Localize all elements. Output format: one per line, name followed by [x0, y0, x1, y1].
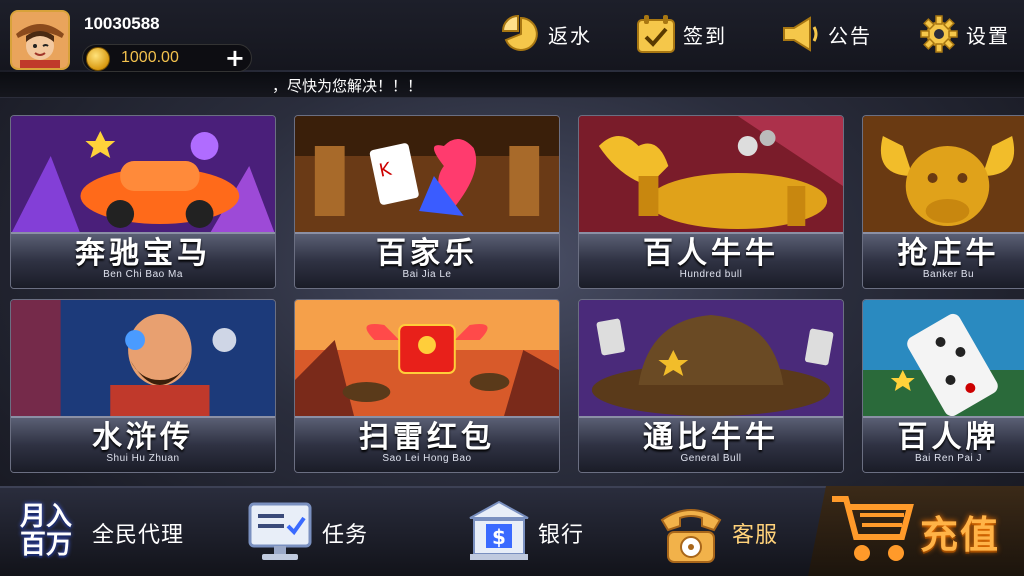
game-card-bairen-niuniu[interactable]: 百人牛牛 Hundred bull — [578, 115, 844, 289]
game-subtitle: Bai Jia Le — [402, 269, 452, 280]
game-plate: 水浒传 Shui Hu Zhuan — [11, 416, 275, 472]
top-bar: 10030588 1000.00 + 返水 签到 公告 设置 — [0, 0, 1024, 72]
game-title: 水浒传 — [92, 420, 194, 455]
game-title: 通比牛牛 — [643, 420, 779, 455]
golden-bull-art-icon — [579, 116, 843, 234]
notice-button[interactable]: 公告 — [778, 8, 872, 60]
tasks-label: 任务 — [322, 523, 369, 548]
notice-label: 公告 — [828, 23, 872, 48]
announcement-marquee: ，尽快为您解决！！！ — [0, 72, 1024, 98]
monthly-million-badge-icon: 月入百万 — [20, 503, 86, 563]
gold-coin-icon — [86, 47, 110, 71]
game-title: 扫雷红包 — [359, 420, 495, 455]
settings-button[interactable]: 设置 — [916, 8, 1010, 60]
game-plate: 抢庄牛 Banker Bu — [863, 232, 1024, 288]
pie-chart-icon — [498, 11, 544, 57]
user-id: 10030588 — [84, 14, 160, 33]
red-envelope-art-icon — [295, 300, 559, 418]
game-title: 奔驰宝马 — [75, 236, 211, 271]
game-card-shuihuzhuan[interactable]: 水浒传 Shui Hu Zhuan — [10, 299, 276, 473]
settings-label: 设置 — [966, 23, 1010, 48]
game-subtitle: Ben Chi Bao Ma — [103, 269, 183, 280]
balance-value: 1000.00 — [121, 49, 179, 66]
game-subtitle: Shui Hu Zhuan — [106, 453, 180, 464]
megaphone-icon — [778, 11, 824, 57]
shopping-cart-icon — [830, 493, 914, 569]
game-subtitle: General Bull — [680, 453, 742, 464]
service-label: 客服 — [732, 523, 779, 548]
game-title: 百人牌 — [897, 420, 1000, 455]
agent-label: 全民代理 — [92, 523, 185, 548]
bull-head-art-icon — [863, 116, 1024, 234]
game-title: 百家乐 — [376, 236, 478, 271]
game-plate: 通比牛牛 General Bull — [579, 416, 843, 472]
gear-icon — [916, 11, 962, 57]
domino-art-icon — [863, 300, 1024, 418]
marquee-text: ，尽快为您解决！！！ — [272, 77, 423, 95]
game-title: 抢庄牛 — [897, 236, 1000, 271]
game-plate: 奔驰宝马 Ben Chi Bao Ma — [11, 232, 275, 288]
telephone-icon — [656, 496, 726, 570]
game-title: 百人牛牛 — [643, 236, 779, 271]
bank-label: 银行 — [538, 523, 585, 548]
checkin-button[interactable]: 签到 — [633, 8, 727, 60]
game-subtitle: Hundred bull — [679, 269, 743, 280]
game-card-benchi-baoma[interactable]: 奔驰宝马 Ben Chi Bao Ma — [10, 115, 276, 289]
cowboy-hat-art-icon — [579, 300, 843, 418]
warrior-art-icon — [11, 300, 275, 418]
avatar[interactable] — [10, 10, 70, 70]
recharge-label: 充值 — [920, 511, 1001, 557]
baccarat-cards-art-icon: K — [295, 116, 559, 234]
rebate-label: 返水 — [548, 23, 592, 48]
game-plate: 百人牌 Bai Ren Pai J — [863, 416, 1024, 472]
add-balance-button[interactable]: + — [225, 45, 245, 71]
game-plate: 百人牛牛 Hundred bull — [579, 232, 843, 288]
calendar-check-icon — [633, 11, 679, 57]
monitor-task-icon — [246, 498, 316, 568]
avatar-image-icon — [12, 12, 68, 68]
game-subtitle: Sao Lei Hong Bao — [382, 453, 472, 464]
game-card-baijiale[interactable]: K 百家乐 Bai Jia Le — [294, 115, 560, 289]
balance-box: 1000.00 + — [82, 44, 252, 72]
sports-car-art-icon — [11, 116, 275, 234]
game-plate: 扫雷红包 Sao Lei Hong Bao — [295, 416, 559, 472]
service-button[interactable]: 客服 — [656, 488, 778, 576]
bank-button[interactable]: $ 银行 — [466, 488, 584, 576]
game-card-qiangzhuang-niu[interactable]: 抢庄牛 Banker Bu — [862, 115, 1024, 289]
game-card-saolei-hongbao[interactable]: 扫雷红包 Sao Lei Hong Bao — [294, 299, 560, 473]
agent-button[interactable]: 月入百万 全民代理 — [20, 488, 184, 576]
agent-badge-text: 月入百万 — [20, 502, 73, 560]
recharge-button[interactable]: 充值 — [808, 486, 1024, 576]
game-plate: 百家乐 Bai Jia Le — [295, 232, 559, 288]
checkin-label: 签到 — [683, 23, 727, 48]
game-card-bairen-paijiu[interactable]: 百人牌 Bai Ren Pai J — [862, 299, 1024, 473]
rebate-button[interactable]: 返水 — [498, 8, 592, 60]
svg-text:$: $ — [492, 525, 506, 549]
game-subtitle: Banker Bu — [922, 269, 975, 280]
tasks-button[interactable]: 任务 — [246, 488, 368, 576]
game-grid: 奔驰宝马 Ben Chi Bao Ma K 百家乐 Bai Jia Le 百人牛… — [10, 115, 1024, 475]
bank-icon: $ — [466, 498, 532, 568]
game-card-tongbi-niuniu[interactable]: 通比牛牛 General Bull — [578, 299, 844, 473]
game-subtitle: Bai Ren Pai J — [914, 453, 983, 464]
